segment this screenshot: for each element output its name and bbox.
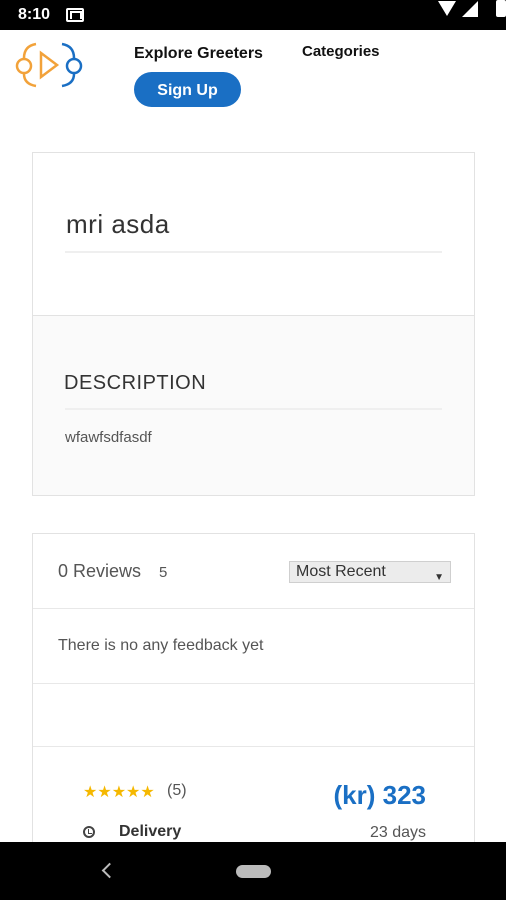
star-rating: ★★★★★ [83,782,155,802]
listing-title: mri asda [66,209,170,239]
divider [33,608,474,609]
divider [65,408,442,410]
divider [33,683,474,684]
reviews-count: 0 Reviews [58,561,142,581]
battery-icon [496,0,506,17]
sort-select-value: Most Recent [296,563,386,580]
star-icon: ★ [111,784,127,801]
app-header: Explore Greeters Categories Sign Up [0,30,506,120]
listing-title-card: mri asda [32,152,475,316]
sort-select[interactable]: Most Recent ▼ [289,561,451,583]
reviews-card: 0 Reviews 5 Most Recent ▼ There is no an… [32,533,475,843]
gmail-icon [66,8,84,22]
description-text: wfawfsdfasdf [65,429,152,446]
home-icon[interactable] [236,865,271,878]
star-icon: ★ [83,784,98,801]
nav-categories[interactable]: Categories [302,43,380,60]
price: (kr) 323 [333,780,427,810]
wifi-icon [438,1,456,16]
back-icon[interactable] [101,862,118,879]
app-logo[interactable] [14,36,84,88]
reviews-score: 5 [159,564,168,581]
no-feedback-text: There is no any feedback yet [58,637,264,654]
status-time: 8:10 [18,6,51,23]
nav-explore-greeters[interactable]: Explore Greeters [134,45,263,63]
clock-icon [83,826,95,838]
signal-icon [462,1,478,17]
description-card: DESCRIPTION wfawfsdfasdf [32,315,475,496]
caret-down-icon: ▼ [434,572,444,583]
sign-up-button[interactable]: Sign Up [134,72,241,107]
delivery-value: 23 days [369,824,426,841]
divider [65,251,442,253]
system-nav-bar [0,842,506,900]
star-icon: ★ [140,784,155,801]
star-icon: ★ [126,784,141,801]
star-icon: ★ [97,784,112,801]
rating-count: (5) [167,782,187,799]
status-bar: 8:10 [0,0,506,30]
description-heading: DESCRIPTION [64,372,207,394]
delivery-label: Delivery [119,823,182,840]
booking-summary: ★★★★★ (5) (kr) 323 Delivery 23 days [33,746,474,844]
